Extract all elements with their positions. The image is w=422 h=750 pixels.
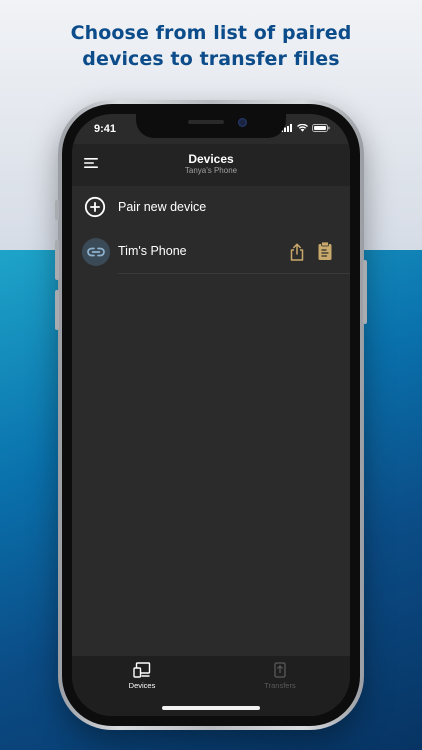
page-subtitle: Tanya's Phone [184,166,238,175]
navigation-bar: Devices Tanya's Phone [72,144,350,186]
tab-transfers-label: Transfers [264,681,296,690]
headline-line-2: devices to transfer files [82,48,340,70]
volume-up-button [55,240,59,280]
app-store-screenshot: Choose from list of paired devices to tr… [0,0,422,750]
headline-line-1: Choose from list of paired [70,22,352,44]
tab-bar: Devices Transfers [72,656,350,716]
status-icons [281,124,330,132]
wifi-icon [297,124,308,132]
tab-transfers[interactable]: Transfers [230,662,330,702]
power-button [363,260,367,324]
clipboard-icon[interactable] [317,241,333,261]
pair-new-device-label: Pair new device [118,200,207,214]
pair-new-device-row[interactable]: Pair new device [72,186,350,230]
device-avatar [82,238,110,266]
silent-switch [55,200,59,220]
plus-circle-icon [84,196,106,218]
battery-icon [312,124,330,132]
device-name: Tim's Phone [118,244,187,258]
phone-frame: 9:41 Devices Tanya's Phone Pair new devi… [55,100,367,730]
home-indicator [162,706,260,710]
device-row[interactable]: Tim's Phone [72,230,350,274]
device-list: Pair new device Tim's Phone [72,186,350,656]
promo-headline: Choose from list of paired devices to tr… [0,20,422,72]
earpiece-speaker [188,120,224,124]
front-camera [238,118,247,127]
volume-down-button [55,290,59,330]
transfers-icon [274,662,286,678]
tab-devices[interactable]: Devices [92,662,192,702]
notch [136,114,286,138]
link-icon [87,247,105,257]
phone-screen: 9:41 Devices Tanya's Phone Pair new devi… [72,114,350,716]
share-upload-icon[interactable] [288,242,306,262]
tab-devices-label: Devices [128,681,156,690]
status-time: 9:41 [94,123,117,135]
row-divider [118,273,350,274]
page-title: Devices [188,152,234,166]
devices-icon [133,662,151,678]
